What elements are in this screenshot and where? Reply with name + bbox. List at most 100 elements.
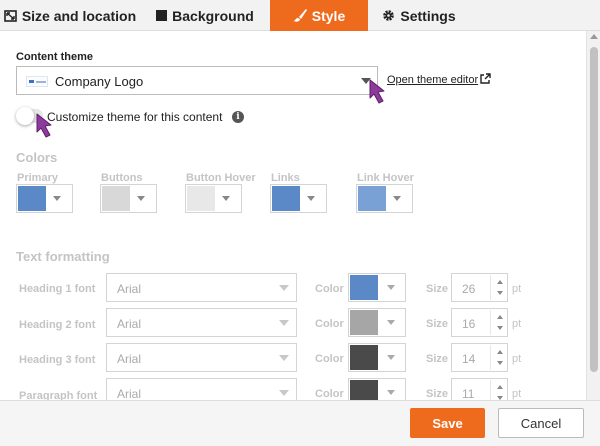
color-label-buttons: Buttons bbox=[101, 172, 143, 184]
size-label: Size bbox=[426, 353, 449, 365]
color-label: Color bbox=[315, 353, 344, 365]
info-icon[interactable]: i bbox=[232, 111, 244, 123]
size-value: 14 bbox=[462, 352, 476, 366]
buttons-color-picker[interactable] bbox=[100, 184, 157, 213]
tab-style[interactable]: Style bbox=[270, 0, 368, 31]
content-theme-value: Company Logo bbox=[55, 74, 144, 89]
color-swatch bbox=[350, 310, 378, 335]
content-theme-label: Content theme bbox=[16, 51, 93, 63]
heading-3-font-label: Heading 3 font bbox=[19, 354, 96, 366]
tab-size-and-location[interactable]: Size and location bbox=[0, 0, 140, 31]
scroll-thumb[interactable] bbox=[590, 47, 598, 372]
decrement-icon[interactable] bbox=[497, 361, 503, 365]
tab-settings[interactable]: Settings bbox=[368, 0, 470, 31]
annotation-arrow-icon bbox=[369, 79, 385, 104]
heading-2-font-select[interactable]: Arial bbox=[106, 308, 297, 337]
chevron-down-icon bbox=[387, 390, 395, 395]
color-label: Color bbox=[315, 318, 344, 330]
color-swatch bbox=[18, 186, 46, 211]
heading-1-size-stepper[interactable]: 26 bbox=[451, 273, 508, 302]
heading-1-color-picker[interactable] bbox=[348, 273, 406, 302]
open-theme-editor-label: Open theme editor bbox=[387, 74, 479, 86]
chevron-down-icon bbox=[307, 196, 315, 201]
gear-icon bbox=[382, 9, 395, 22]
color-swatch bbox=[187, 186, 215, 211]
unit-label: pt bbox=[512, 318, 522, 330]
company-logo-thumbnail bbox=[26, 76, 48, 87]
size-value: 11 bbox=[462, 387, 475, 401]
increment-icon[interactable] bbox=[497, 350, 503, 354]
toggle-knob bbox=[16, 107, 34, 125]
tab-background[interactable]: Background bbox=[140, 0, 270, 31]
colors-section-title: Colors bbox=[16, 150, 58, 165]
link-hover-color-picker[interactable] bbox=[356, 184, 413, 213]
font-value: Arial bbox=[117, 387, 142, 401]
scroll-up-icon[interactable] bbox=[590, 34, 598, 39]
unit-label: pt bbox=[512, 283, 522, 295]
links-color-picker[interactable] bbox=[270, 184, 327, 213]
primary-color-picker[interactable] bbox=[16, 184, 73, 213]
open-theme-editor-link[interactable]: Open theme editor bbox=[387, 73, 491, 86]
color-label: Color bbox=[315, 283, 344, 295]
tab-label: Style bbox=[311, 7, 346, 24]
square-icon bbox=[156, 10, 168, 21]
heading-3-color-picker[interactable] bbox=[348, 343, 406, 372]
customize-theme-label: Customize theme for this content bbox=[47, 110, 223, 124]
button-hover-color-picker[interactable] bbox=[185, 184, 242, 213]
chevron-down-icon bbox=[387, 355, 395, 360]
color-label-button-hover: Button Hover bbox=[186, 172, 256, 184]
color-swatch bbox=[358, 186, 386, 211]
color-swatch bbox=[350, 275, 378, 300]
heading-3-font-select[interactable]: Arial bbox=[106, 343, 297, 372]
font-value: Arial bbox=[117, 282, 142, 296]
heading-2-size-stepper[interactable]: 16 bbox=[451, 308, 508, 337]
color-swatch bbox=[102, 186, 130, 211]
chevron-down-icon bbox=[387, 285, 395, 290]
tab-label: Background bbox=[172, 7, 254, 24]
tab-bar: Size and location Background Style Setti… bbox=[0, 0, 600, 31]
color-swatch bbox=[350, 345, 378, 370]
scrollbar[interactable] bbox=[586, 31, 600, 400]
size-value: 16 bbox=[462, 317, 476, 331]
font-value: Arial bbox=[117, 317, 142, 331]
size-value: 26 bbox=[462, 282, 476, 296]
color-swatch bbox=[272, 186, 300, 211]
chevron-down-icon bbox=[279, 390, 289, 396]
heading-2-font-label: Heading 2 font bbox=[19, 319, 96, 331]
content-theme-select[interactable]: Company Logo bbox=[16, 66, 378, 95]
text-formatting-section-title: Text formatting bbox=[16, 249, 110, 264]
heading-1-font-label: Heading 1 font bbox=[19, 283, 96, 295]
color-label-link-hover: Link Hover bbox=[357, 172, 414, 184]
chevron-down-icon bbox=[222, 196, 230, 201]
font-value: Arial bbox=[117, 352, 142, 366]
chevron-down-icon bbox=[393, 196, 401, 201]
increment-icon[interactable] bbox=[497, 385, 503, 389]
brush-icon bbox=[292, 9, 307, 22]
save-button[interactable]: Save bbox=[410, 408, 485, 438]
tab-label: Size and location bbox=[21, 7, 137, 24]
unit-label: pt bbox=[512, 388, 522, 400]
chevron-down-icon bbox=[387, 320, 395, 325]
annotation-arrow-icon bbox=[36, 113, 52, 138]
increment-icon[interactable] bbox=[497, 280, 503, 284]
unit-label: pt bbox=[512, 353, 522, 365]
resize-icon bbox=[4, 9, 17, 22]
size-label: Size bbox=[426, 318, 449, 330]
decrement-icon[interactable] bbox=[497, 291, 503, 295]
color-label-primary: Primary bbox=[17, 172, 58, 184]
chevron-down-icon bbox=[279, 320, 289, 326]
color-label: Color bbox=[315, 388, 344, 400]
size-label: Size bbox=[426, 388, 449, 400]
chevron-down-icon bbox=[279, 285, 289, 291]
chevron-down-icon bbox=[137, 196, 145, 201]
heading-2-color-picker[interactable] bbox=[348, 308, 406, 337]
heading-1-font-select[interactable]: Arial bbox=[106, 273, 297, 302]
increment-icon[interactable] bbox=[497, 315, 503, 319]
decrement-icon[interactable] bbox=[497, 326, 503, 330]
cancel-button[interactable]: Cancel bbox=[498, 408, 584, 438]
chevron-down-icon bbox=[279, 355, 289, 361]
tab-label: Settings bbox=[400, 7, 456, 24]
external-link-icon bbox=[478, 73, 491, 86]
chevron-down-icon bbox=[53, 196, 61, 201]
heading-3-size-stepper[interactable]: 14 bbox=[451, 343, 508, 372]
